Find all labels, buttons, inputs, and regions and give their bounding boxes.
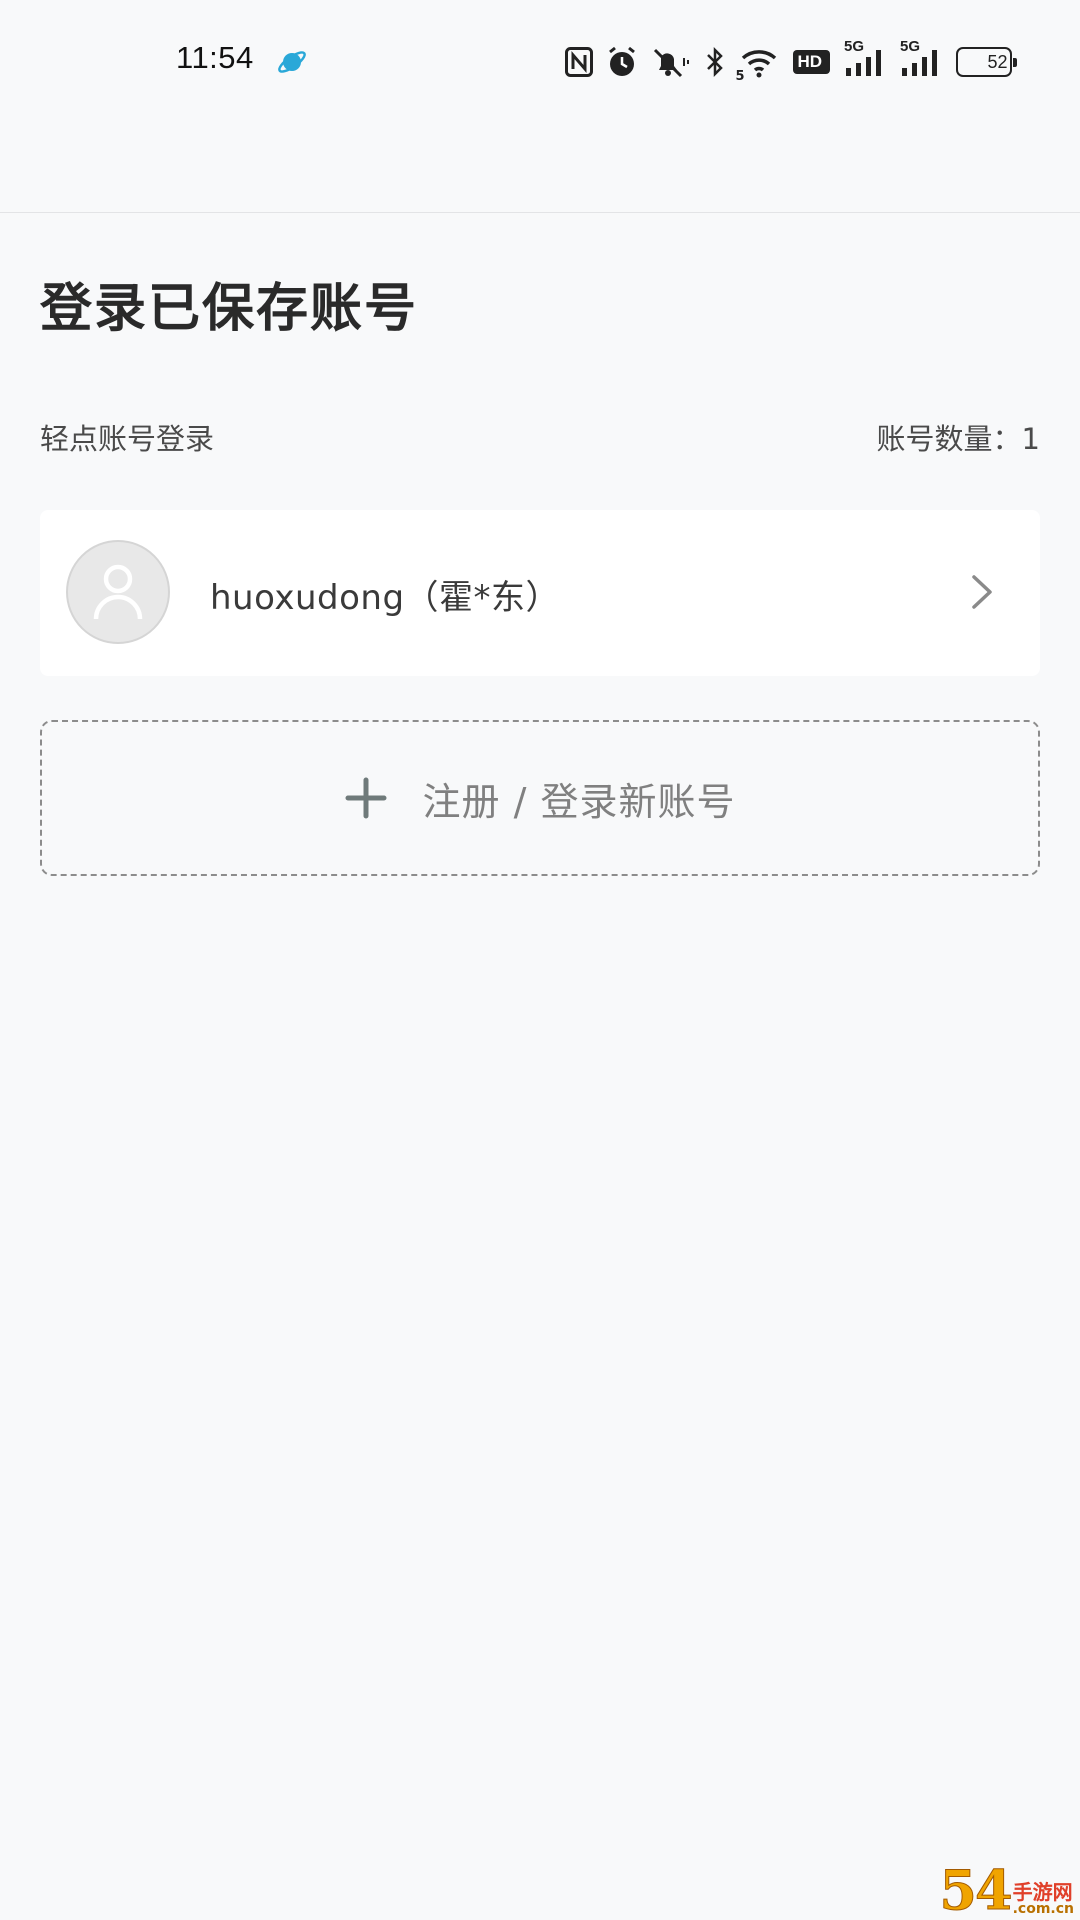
plus-icon [345,777,387,819]
saved-account-item[interactable]: huoxudong（霍*东） [40,510,1040,676]
net-type-label-2: 5G [900,38,921,55]
screen: 11:54 5 HD 5G 5G 52 登录已保存账号 轻点账号登录 账号数量：… [0,0,1080,1920]
watermark-cn: 手游网 [1012,1880,1073,1904]
mute-icon [651,44,691,80]
account-count: 账号数量：1 [876,422,1040,456]
chevron-right-icon [972,575,992,609]
planet-icon [278,51,306,73]
battery-icon: 52 [956,44,1017,80]
hd-label: HD [793,50,830,74]
watermark-text: 手游网 .com.cn [1013,1882,1074,1916]
page-title: 登录已保存账号 [40,279,419,339]
register-login-new-account-button[interactable]: 注册 / 登录新账号 [40,720,1040,876]
nfc-icon [565,44,594,80]
status-time: 11:54 [176,40,254,75]
battery-level: 52 [987,51,1008,72]
tap-to-login-hint: 轻点账号登录 [40,422,215,456]
add-account-label: 注册 / 登录新账号 [422,779,736,824]
hd-icon: HD [793,44,830,80]
wifi-band-label: 5 [735,69,745,84]
signal-5g-icon-2: 5G [900,38,942,80]
alarm-icon [607,44,637,80]
status-bar: 11:54 5 HD 5G 5G 52 [0,0,1080,120]
top-app-bar [0,120,1080,213]
user-avatar-icon [66,540,170,644]
site-watermark-logo: 54 手游网 .com.cn [930,1856,1080,1920]
net-type-label-1: 5G [844,38,865,55]
header-divider [0,212,1080,213]
watermark-com: .com.cn [1012,1901,1074,1917]
account-name: huoxudong（霍*东） [210,578,561,618]
battery: 52 [956,47,1017,77]
status-icons: 5 HD 5G 5G 52 [565,38,1017,84]
bluetooth-icon [705,44,725,80]
wifi-icon: 5 [735,44,779,84]
signal-5g-icon: 5G [844,38,886,80]
watermark-number: 54 [939,1858,1013,1920]
